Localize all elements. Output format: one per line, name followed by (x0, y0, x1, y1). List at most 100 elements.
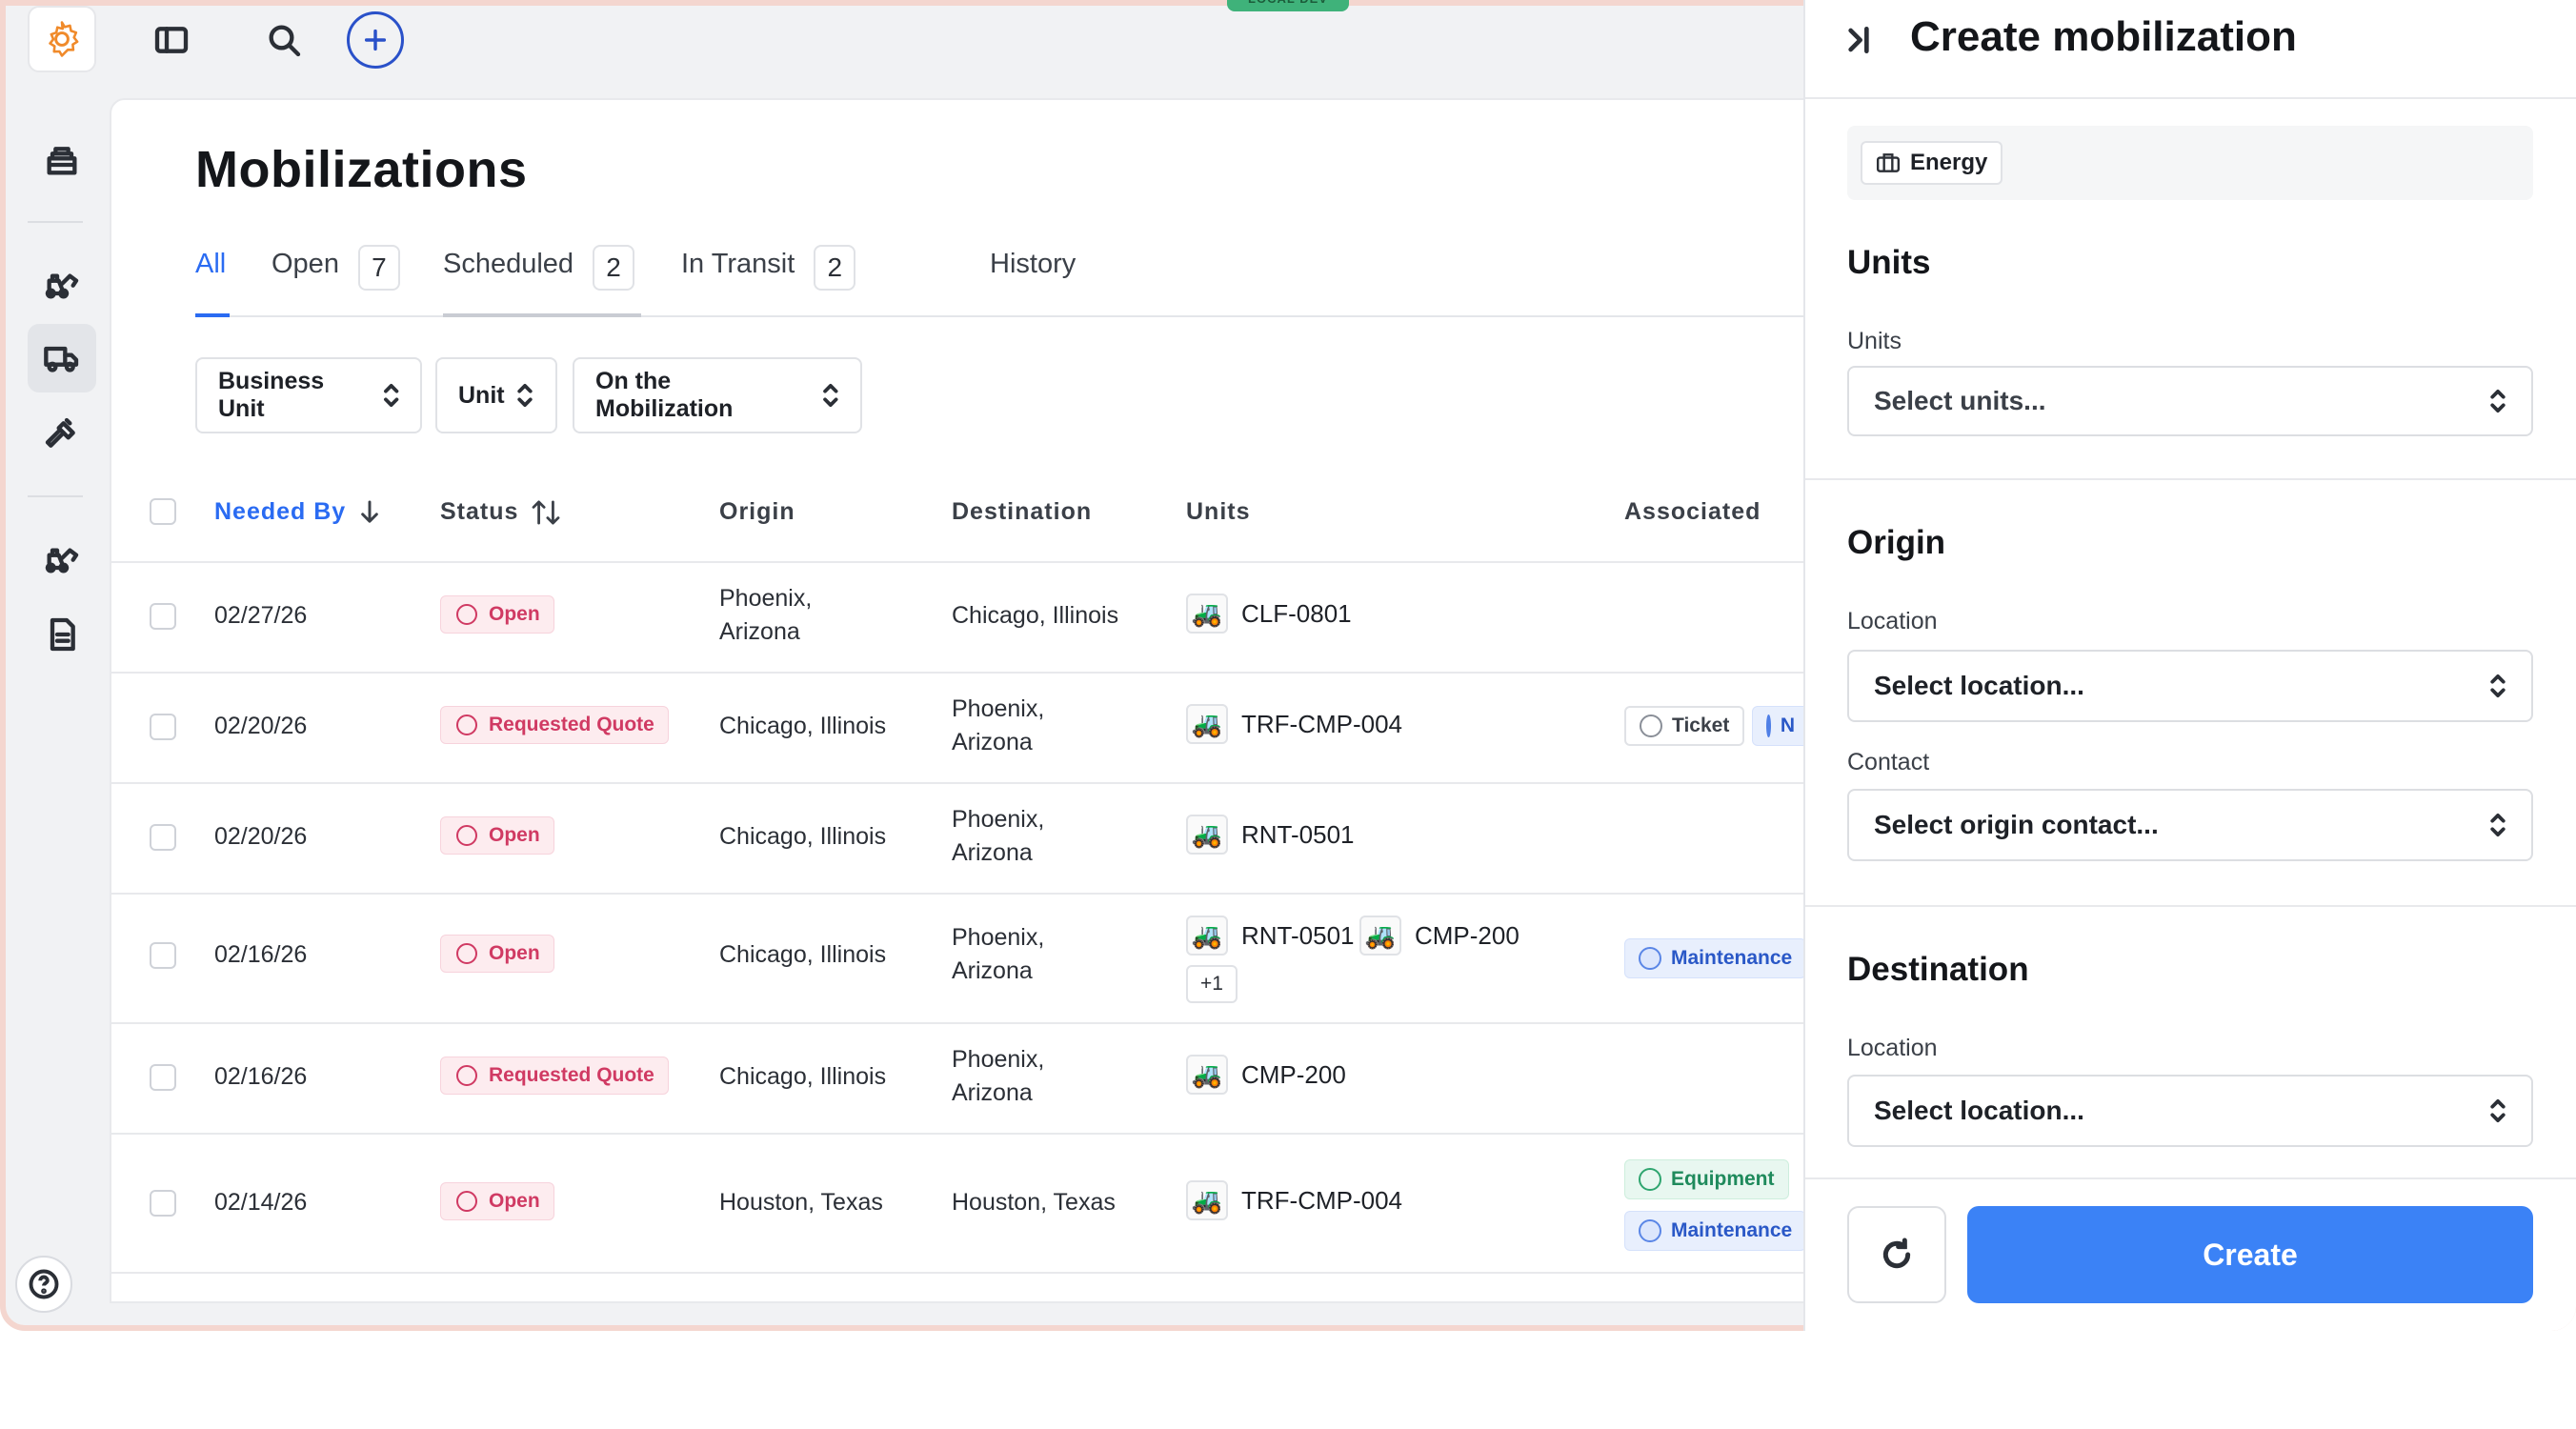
reset-button[interactable] (1847, 1206, 1946, 1303)
tab-count: 2 (593, 245, 635, 291)
associated-tag[interactable]: Ticket (1624, 706, 1745, 746)
column-status[interactable]: Status (440, 498, 560, 526)
filter-on-the-mobilization[interactable]: On the Mobilization (573, 357, 862, 433)
rail-equipment-button[interactable] (28, 250, 96, 318)
create-button[interactable]: Create (1967, 1206, 2533, 1303)
associated-tag[interactable]: N (1752, 706, 1809, 746)
rail-inventory-button[interactable] (28, 126, 96, 194)
row-checkbox[interactable] (150, 603, 176, 630)
excavator-alt-icon (45, 548, 79, 574)
unit-chip[interactable]: 🚜 CMP-200 (1359, 916, 1519, 956)
search-icon (269, 25, 301, 57)
chevron-up-down-icon (2490, 1099, 2506, 1122)
status-badge: Open (440, 1182, 554, 1220)
chevron-up-down-icon (383, 384, 398, 407)
status-badge: Open (440, 816, 554, 855)
chevron-up-down-icon (2490, 814, 2506, 836)
destination: Houston, Texas (952, 1189, 1116, 1216)
document-icon (50, 617, 75, 652)
tab-all[interactable]: All (195, 239, 230, 317)
unit-chip[interactable]: 🚜 TRF-CMP-004 (1186, 704, 1402, 744)
tab-in-transit[interactable]: In Transit 2 (681, 239, 856, 317)
status-badge: Requested Quote (440, 1057, 669, 1095)
destination-section-title: Destination (1847, 951, 2029, 988)
column-origin[interactable]: Origin (719, 498, 795, 526)
business-unit-chip[interactable]: Energy (1861, 141, 2003, 185)
column-destination[interactable]: Destination (952, 498, 1092, 526)
destination: Phoenix, Arizona (952, 806, 1045, 866)
collapse-panel-button[interactable] (1840, 21, 1878, 59)
status-badge: Open (440, 935, 554, 973)
chevron-up-down-icon (516, 384, 533, 407)
select-all-checkbox[interactable] (150, 498, 176, 525)
origin-contact-label: Contact (1847, 749, 1930, 775)
rail-maintenance-button[interactable] (28, 400, 96, 469)
chevron-up-down-icon (823, 384, 838, 407)
unit-chip[interactable]: 🚜 TRF-CMP-004 (1186, 1180, 1402, 1220)
row-checkbox[interactable] (150, 824, 176, 851)
app-logo[interactable] (28, 6, 96, 72)
origin: Houston, Texas (719, 1189, 883, 1216)
destination-location-select[interactable]: Select location... (1847, 1075, 2533, 1147)
tab-scheduled[interactable]: Scheduled 2 (443, 239, 641, 317)
associated-tag[interactable]: Maintenance (1624, 1211, 1807, 1251)
destination: Phoenix, Arizona (952, 1046, 1045, 1106)
sidebar-toggle-button[interactable] (143, 11, 200, 69)
maintenance-icon (1639, 947, 1661, 970)
filter-unit[interactable]: Unit (435, 357, 557, 433)
units-select[interactable]: Select units... (1847, 366, 2533, 436)
inventory-icon (47, 147, 77, 175)
unit-chip[interactable]: 🚜 RNT-0501 (1186, 815, 1355, 855)
origin: Phoenix, Arizona (719, 585, 813, 645)
filter-business-unit[interactable]: Business Unit (195, 357, 422, 433)
destination: Phoenix, Arizona (952, 924, 1045, 984)
panel-divider (1805, 1177, 2576, 1179)
destination: Chicago, Illinois (952, 602, 1119, 629)
needed-by: 02/27/26 (214, 602, 308, 629)
page-title: Mobilizations (195, 141, 528, 198)
panel-title: Create mobilization (1910, 13, 2297, 60)
row-checkbox[interactable] (150, 1064, 176, 1091)
unit-chip[interactable]: 🚜 RNT-0501 (1186, 916, 1355, 956)
column-associated[interactable]: Associated (1624, 498, 1761, 526)
excavator-thumbnail-icon: 🚜 (1186, 1180, 1228, 1220)
rail-fleet-button[interactable] (28, 524, 96, 593)
row-checkbox[interactable] (150, 714, 176, 740)
excavator-thumbnail-icon: 🚜 (1186, 815, 1228, 855)
briefcase-icon (1876, 153, 1901, 172)
origin: Chicago, Illinois (719, 941, 887, 968)
origin-location-select[interactable]: Select location... (1847, 650, 2533, 722)
excavator-thumbnail-icon: 🚜 (1186, 594, 1228, 634)
add-button[interactable] (347, 11, 404, 69)
rail-divider (28, 221, 83, 223)
associated-tag[interactable]: Maintenance (1624, 938, 1807, 978)
excavator-thumbnail-icon: 🚜 (1186, 704, 1228, 744)
header-divider (111, 561, 1918, 563)
sidebar-toggle-icon (154, 27, 189, 53)
ticket-icon (1640, 714, 1662, 737)
tab-history[interactable]: History (990, 239, 1076, 317)
tab-open[interactable]: Open 7 (272, 239, 400, 317)
status-badge: Requested Quote (440, 706, 669, 744)
column-needed-by[interactable]: Needed By (214, 498, 380, 526)
column-units[interactable]: Units (1186, 498, 1251, 526)
row-divider (111, 782, 1918, 784)
units-label: Units (1847, 328, 1902, 354)
more-units-chip[interactable]: +1 (1186, 965, 1238, 1003)
help-button[interactable] (15, 1256, 72, 1313)
rail-mobilizations-button[interactable] (28, 324, 96, 392)
unit-chip[interactable]: 🚜 CMP-200 (1186, 1055, 1346, 1095)
origin-contact-select[interactable]: Select origin contact... (1847, 789, 2533, 861)
origin: Chicago, Illinois (719, 1063, 887, 1090)
row-checkbox[interactable] (150, 942, 176, 969)
rail-documents-button[interactable] (28, 600, 96, 669)
tab-bar: All Open 7 Scheduled 2 In Transit 2 History (195, 239, 1918, 317)
tab-count: 7 (357, 245, 400, 291)
row-divider (111, 1272, 1918, 1274)
needed-by: 02/14/26 (214, 1189, 308, 1216)
associated-tag[interactable]: Equipment (1624, 1159, 1789, 1199)
unit-chip[interactable]: 🚜 CLF-0801 (1186, 594, 1352, 634)
search-button[interactable] (255, 11, 312, 69)
panel-divider (1805, 905, 2576, 907)
row-checkbox[interactable] (150, 1190, 176, 1217)
